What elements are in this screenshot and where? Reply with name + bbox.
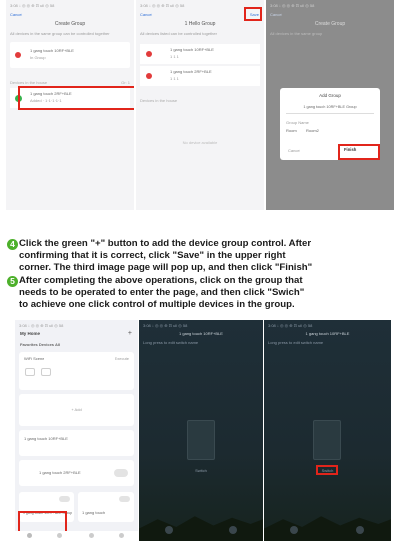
status-bar: 3:08 ↓ ◎ ◎ ⊕ ⊡ ull ◎ 58 [270, 3, 315, 8]
room-option[interactable]: Room2 [306, 128, 319, 134]
device-subtitle: Long press to edit switch name [143, 340, 199, 345]
top-screenshot-create-group: 3:08 ↓ ◎ ◎ ⊕ ⊡ ull ◎ 58 Cancel Create Gr… [6, 0, 134, 210]
add-card-label: + Add [71, 407, 82, 412]
top-screenshot-save-group: 3:08 ↓ ◎ ◎ ⊕ ⊡ ull ◎ 58 Cancel 1 Hello G… [136, 0, 264, 210]
device-row: 1 gang touch 10RF+BLE In Group [10, 42, 130, 68]
step-4-number: 4 [7, 239, 18, 250]
highlight-switch-button [316, 465, 338, 475]
device-title: 1 gang touch 10RF+BLE [305, 331, 350, 336]
device-sub: In Group [30, 55, 46, 60]
add-card[interactable]: + Add [19, 394, 134, 426]
scene-icon [41, 368, 51, 376]
timer-icon[interactable] [229, 526, 237, 534]
highlight-save-button [244, 7, 262, 21]
device-sub: 1 1 1 [170, 54, 179, 59]
device-card[interactable]: 1 gang touch 2RF+BLE [19, 460, 134, 486]
bottom-screenshot-switch-on: 3:08 ↓ ◎ ◎ ⊕ ⊡ ull ◎ 58 1 gang touch 10R… [264, 320, 391, 541]
device-subtitle: Long press to edit switch name [268, 340, 324, 345]
highlight-add-button [18, 86, 134, 110]
device-card-name: 1 gang touch 10RF+BLE [24, 436, 68, 441]
status-bar: 3:08 ↓ ◎ ◎ ⊕ ⊡ ull ◎ 58 [19, 323, 64, 328]
section-header: Devices in the house [140, 98, 178, 103]
device-toggle[interactable] [114, 469, 128, 477]
bottom-screenshot-home: 3:08 ↓ ◎ ◎ ⊕ ⊡ ull ◎ 58 My Home + Favori… [15, 320, 138, 541]
step-5-line-1: After completing the above operations, c… [19, 275, 303, 286]
step-5-line-3: to achieve one click control of multiple… [19, 298, 295, 310]
step-4-line-2: confirming that it is correct, click "Sa… [19, 250, 286, 261]
status-bar: 3:08 ↓ ◎ ◎ ⊕ ⊡ ull ◎ 58 [143, 323, 188, 328]
device-name: 1 gang touch 10RF+BLE [170, 47, 214, 52]
status-bar: 3:08 ↓ ◎ ◎ ⊕ ⊡ ull ◎ 58 [10, 3, 55, 8]
bottom-screenshot-switch-off: 3:08 ↓ ◎ ◎ ⊕ ⊡ ull ◎ 58 1 gang touch 10R… [139, 320, 263, 541]
step-5-instructions: 5 After completing the above operations, … [7, 275, 304, 310]
remove-device-icon[interactable] [146, 73, 152, 79]
group-toggle[interactable] [59, 496, 70, 502]
device-title: 1 gang touch 10RF+BLE [179, 331, 223, 336]
page-title: Create Group [54, 21, 86, 27]
status-bar: 3:08 ↓ ◎ ◎ ⊕ ⊡ ull ◎ 58 [268, 323, 313, 328]
page-title: 1 Hello Group [184, 21, 216, 27]
group-hint: All devices in the same group [270, 31, 323, 36]
switch-label[interactable]: Switch [139, 468, 263, 474]
device-card[interactable]: 1 gang touch 10RF+BLE [19, 430, 134, 456]
status-bar: 3:08 ↓ ◎ ◎ ⊕ ⊡ ull ◎ 58 [140, 3, 185, 8]
scene-card-action: Execute [114, 356, 129, 361]
mountain-silhouette [264, 516, 391, 541]
switch-panel[interactable] [313, 420, 341, 460]
device-name: 1 gang touch 10RF+BLE [30, 48, 74, 53]
cancel-link[interactable]: Cancel [10, 12, 22, 18]
cancel-link[interactable]: Cancel [140, 12, 152, 18]
power-icon[interactable] [290, 526, 298, 534]
group-name-input[interactable]: 1 gang touch 10RF+BLE Group [286, 104, 374, 114]
scene-card-title: WiFi Scene [24, 356, 45, 361]
smart-nav-icon[interactable] [89, 533, 94, 538]
device-card-name: 1 gang touch 2RF+BLE [39, 470, 81, 475]
timer-icon[interactable] [356, 526, 364, 534]
plus-icon[interactable]: + [128, 330, 132, 337]
group-hint: All devices listed can be controlled tog… [140, 31, 217, 36]
page-title: Create Group [314, 21, 346, 27]
dialog-title: Add Group [319, 93, 341, 98]
highlight-group-card [18, 511, 67, 533]
bottom-nav [15, 531, 138, 541]
tabs[interactable]: Favorites Devices All [20, 342, 130, 348]
device-sub: 1 1 1 [170, 76, 179, 81]
cancel-link[interactable]: Cancel [270, 12, 282, 18]
dialog-cancel-button[interactable]: Cancel [288, 148, 300, 154]
step-4-line-1: Click the green "+" button to add the de… [19, 238, 312, 249]
remove-device-icon[interactable] [146, 51, 152, 57]
device-row: 1 gang touch 10RF+BLE 1 1 1 [140, 44, 260, 64]
scene-icon [25, 368, 35, 376]
me-nav-icon[interactable] [119, 533, 124, 538]
home-nav-icon[interactable] [27, 533, 32, 538]
switch-panel[interactable] [187, 420, 215, 460]
group-hint: All devices in the same group can be con… [10, 31, 110, 36]
device-toggle[interactable] [119, 496, 130, 502]
step-5-line-2: needs to be operated to enter the page, … [19, 287, 305, 298]
home-title[interactable]: My Home [20, 331, 40, 336]
device-card-name: 1 gang touch [82, 510, 106, 515]
step-4-line-3: corner. The third image page will pop up… [19, 261, 313, 273]
top-screenshot-finish-dialog: 3:08 ↓ ◎ ◎ ⊕ ⊡ ull ◎ 58 Cancel Create Gr… [266, 0, 394, 210]
empty-message: No device available [182, 140, 218, 145]
device-row: 1 gang touch 2RF+BLE 1 1 1 [140, 66, 260, 86]
step-5-number: 5 [7, 276, 18, 287]
power-icon[interactable] [165, 526, 173, 534]
room-label: Group Name [286, 120, 309, 125]
device-card[interactable]: 1 gang touch [78, 492, 134, 522]
remove-device-icon[interactable] [15, 52, 21, 58]
scene-card[interactable]: WiFi Scene Execute [19, 352, 134, 390]
room-option[interactable]: Room [286, 128, 297, 134]
highlight-finish-button [338, 144, 380, 160]
scene-nav-icon[interactable] [57, 533, 62, 538]
device-name: 1 gang touch 2RF+BLE [170, 69, 212, 74]
mountain-silhouette [139, 516, 263, 541]
step-4-instructions: 4 Click the green "+" button to add the d… [7, 238, 312, 273]
